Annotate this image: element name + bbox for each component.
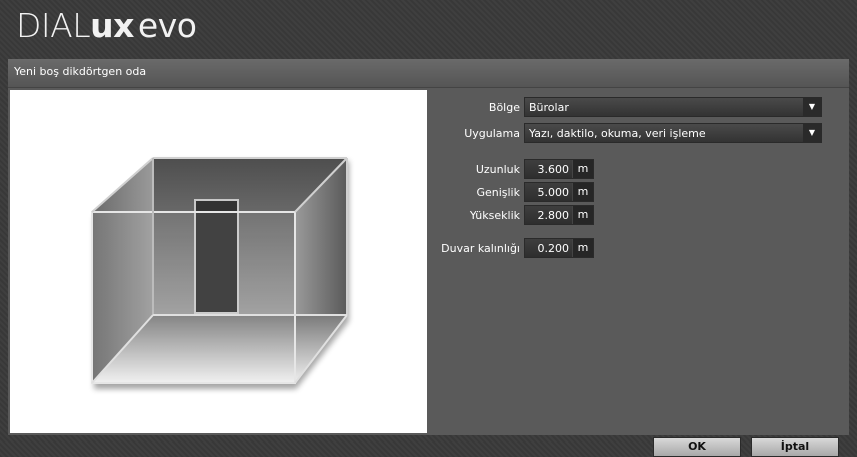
room-form: Bölge Bürolar ▼ Uygulama Yazı, daktilo, … <box>428 87 849 457</box>
cancel-button[interactable]: İptal <box>751 437 839 457</box>
front-frame <box>91 211 296 384</box>
yukseklik-value: 2.800 <box>537 209 570 222</box>
bolge-value: Bürolar <box>529 101 569 114</box>
bolge-select[interactable]: Bürolar ▼ <box>524 97 822 117</box>
yukseklik-input[interactable]: 2.800 m <box>524 205 594 225</box>
unit-label: m <box>572 239 593 257</box>
chevron-down-icon[interactable]: ▼ <box>803 124 821 142</box>
genislik-input[interactable]: 5.000 m <box>524 182 594 202</box>
duvar-kalinligi-value: 0.200 <box>537 242 570 255</box>
genislik-label: Genişlik <box>476 186 520 199</box>
duvar-kalinligi-label: Duvar kalınlığı <box>441 242 520 255</box>
uygulama-value: Yazı, daktilo, okuma, veri işleme <box>529 127 706 140</box>
chevron-down-icon[interactable]: ▼ <box>803 98 821 116</box>
uzunluk-input[interactable]: 3.600 m <box>524 159 594 179</box>
dialux-evo-logo: DIALux evo <box>16 6 197 46</box>
unit-label: m <box>572 206 593 224</box>
yukseklik-label: Yükseklik <box>469 209 520 222</box>
uygulama-label: Uygulama <box>464 127 520 140</box>
dialog-title: Yeni boş dikdörtgen oda <box>14 65 147 78</box>
ok-button[interactable]: OK <box>653 437 741 457</box>
room-3d-illustration <box>91 157 349 389</box>
new-room-dialog: Yeni boş dikdörtgen oda Bölge Bürolar ▼ … <box>8 59 849 457</box>
room-preview <box>10 90 427 433</box>
bolge-label: Bölge <box>488 101 520 114</box>
unit-label: m <box>572 160 593 178</box>
duvar-kalinligi-input[interactable]: 0.200 m <box>524 238 594 258</box>
uygulama-select[interactable]: Yazı, daktilo, okuma, veri işleme ▼ <box>524 123 822 143</box>
uzunluk-label: Uzunluk <box>475 163 520 176</box>
uzunluk-value: 3.600 <box>537 163 570 176</box>
logo-ux: ux <box>90 6 134 45</box>
unit-label: m <box>572 183 593 201</box>
logo-evo: evo <box>137 6 197 45</box>
dialog-titlebar: Yeni boş dikdörtgen oda <box>8 59 849 88</box>
logo-dial: DIAL <box>16 6 91 45</box>
genislik-value: 5.000 <box>537 186 570 199</box>
